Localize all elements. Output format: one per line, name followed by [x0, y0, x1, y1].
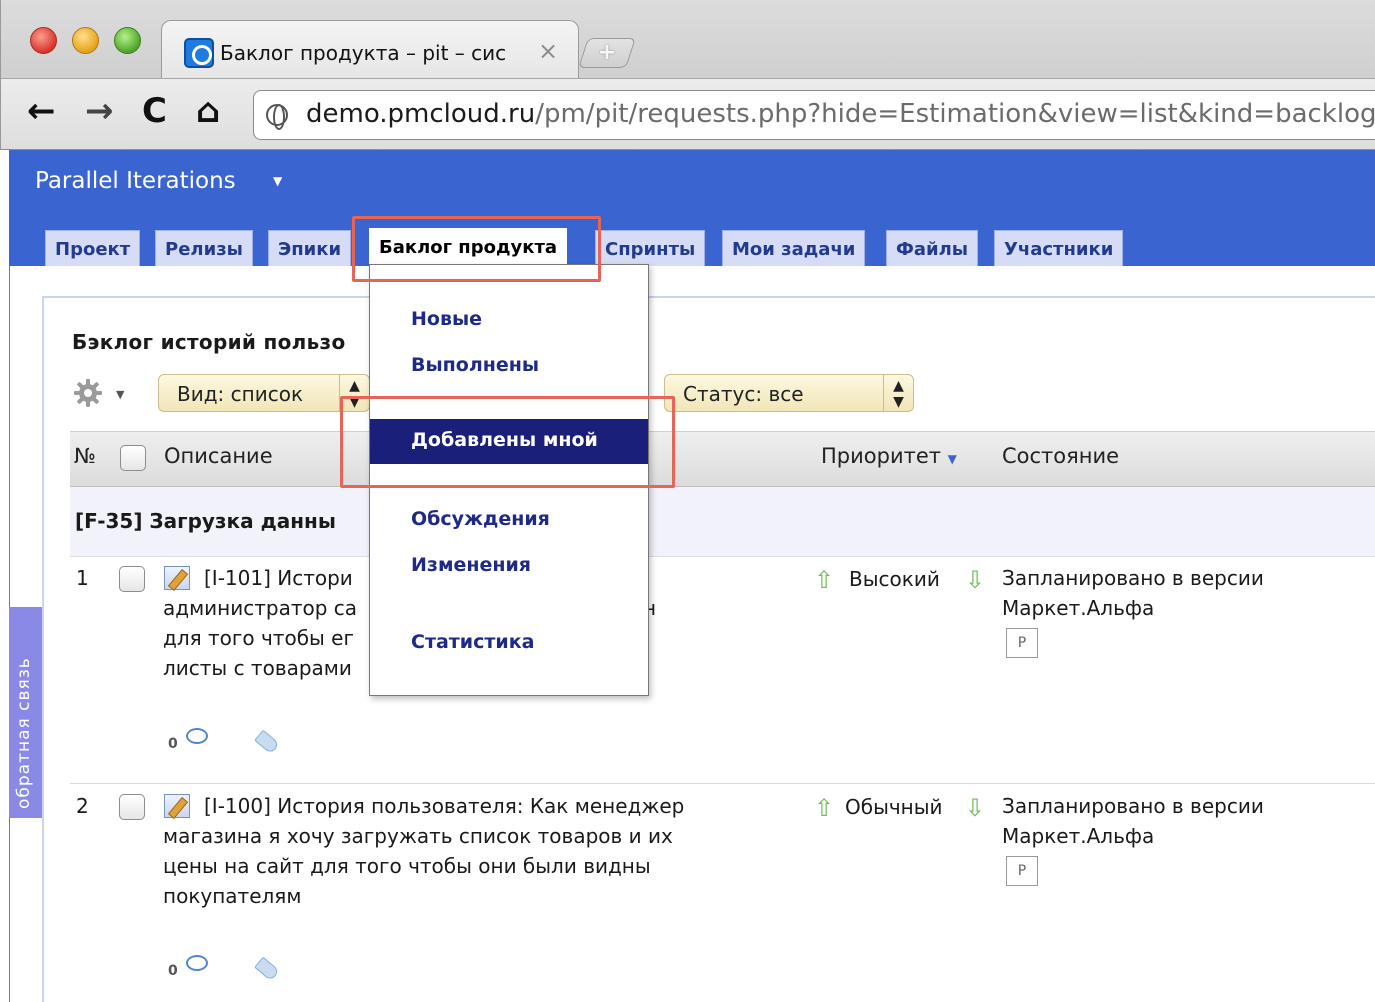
chevron-down-icon[interactable]: ▼: [273, 174, 282, 188]
view-select-value: Вид: список: [177, 382, 304, 406]
priority-up-arrow-icon[interactable]: ⇧: [814, 794, 834, 822]
row-title-link[interactable]: [I-100] История пользователя: Как менедж…: [204, 791, 684, 821]
edit-icon[interactable]: [164, 794, 190, 818]
feature-group-label[interactable]: [F-35] Загрузка данны: [75, 509, 336, 533]
sort-caret-icon: ▼: [947, 452, 957, 466]
state-value: Запланировано в версии Маркет.Альфа: [1002, 794, 1264, 848]
site-favicon-icon: [184, 38, 214, 68]
priority-value: Обычный: [845, 795, 943, 819]
select-arrows-icon: ▲ ▼: [339, 375, 369, 411]
url-text[interactable]: demo.pmcloud.ru/pm/pit/requests.php?hide…: [306, 99, 1375, 129]
tab-epics[interactable]: Эпики: [268, 230, 352, 266]
tab-files[interactable]: Файлы: [886, 230, 979, 266]
browser-tab[interactable]: Баклог продукта – pit – сис ×: [161, 20, 579, 78]
close-tab-icon[interactable]: ×: [538, 37, 558, 65]
tab-project[interactable]: Проект: [45, 230, 141, 266]
app-header: Parallel Iterations ▼ Проект Релизы Эпик…: [9, 150, 1375, 266]
menu-item-new[interactable]: Новые: [411, 308, 482, 330]
comment-count: 0: [168, 736, 178, 752]
zoom-window-button[interactable]: [114, 27, 141, 54]
menu-item-discussions[interactable]: Обсуждения: [411, 508, 550, 530]
gear-icon[interactable]: [72, 377, 104, 409]
column-state[interactable]: Состояние: [1002, 444, 1119, 468]
row-number: 2: [76, 794, 89, 818]
project-name[interactable]: Parallel Iterations: [35, 168, 236, 194]
row-checkbox[interactable]: [119, 794, 145, 820]
priority-up-arrow-icon[interactable]: ⇧: [814, 566, 834, 594]
column-number: №: [74, 444, 96, 468]
plus-icon: +: [597, 40, 617, 65]
browser-toolbar: ← → C ⌂ demo.pmcloud.ru/pm/pit/requests.…: [1, 78, 1375, 150]
column-priority[interactable]: Приоритет ▼: [821, 444, 957, 468]
row-description: магазина я хочу загружать список товаров…: [163, 824, 673, 908]
tab-sprints[interactable]: Спринты: [595, 230, 706, 266]
menu-item-statistics[interactable]: Статистика: [411, 631, 534, 653]
forward-arrow-icon[interactable]: →: [85, 91, 114, 131]
priority-down-arrow-icon[interactable]: ⇩: [965, 794, 985, 822]
row-checkbox[interactable]: [119, 566, 145, 592]
row-divider: [70, 783, 1375, 784]
row-number: 1: [76, 566, 89, 590]
row-title-link[interactable]: [I-101] Истори: [204, 563, 353, 593]
globe-icon: [266, 104, 288, 130]
comment-bubble-icon[interactable]: [186, 728, 208, 744]
tab-title: Баклог продукта – pit – сис: [220, 41, 507, 65]
menu-item-changes[interactable]: Изменения: [411, 554, 531, 576]
new-tab-button[interactable]: +: [578, 38, 636, 68]
close-window-button[interactable]: [30, 27, 57, 54]
tab-my-tasks[interactable]: Мои задачи: [722, 230, 866, 266]
gear-chevron-down-icon[interactable]: ▼: [116, 388, 124, 401]
home-icon[interactable]: ⌂: [196, 91, 220, 131]
feedback-tab[interactable]: обратная связь: [9, 607, 42, 818]
menu-item-done[interactable]: Выполнены: [411, 354, 539, 376]
address-bar[interactable]: demo.pmcloud.ru/pm/pit/requests.php?hide…: [253, 90, 1375, 140]
status-select-value: Статус: все: [683, 382, 804, 406]
select-all-checkbox[interactable]: [120, 445, 146, 471]
feedback-label: обратная связь: [14, 657, 34, 809]
comment-bubble-icon[interactable]: [186, 955, 208, 971]
minimize-window-button[interactable]: [72, 27, 99, 54]
process-badge[interactable]: P: [1006, 628, 1038, 658]
column-description[interactable]: Описание: [164, 444, 273, 468]
edit-icon[interactable]: [164, 566, 190, 590]
table-header: № Описание Приоритет ▼ Состояние: [70, 431, 1375, 487]
tab-participants[interactable]: Участники: [994, 230, 1124, 266]
menu-item-added-by-me[interactable]: Добавлены мной: [370, 419, 648, 464]
select-arrows-icon: ▲ ▼: [883, 375, 913, 411]
state-value: Запланировано в версии Маркет.Альфа: [1002, 566, 1264, 620]
backlog-dropdown-menu: Новые Выполнены Добавлены мной Обсуждени…: [369, 264, 649, 696]
status-select[interactable]: Статус: все ▲ ▼: [664, 374, 914, 412]
process-badge[interactable]: P: [1006, 856, 1038, 886]
tab-releases[interactable]: Релизы: [155, 230, 253, 266]
back-arrow-icon[interactable]: ←: [27, 91, 56, 131]
comment-count: 0: [168, 963, 178, 979]
feature-group-row: [F-35] Загрузка данны: [70, 487, 1375, 557]
priority-value: Высокий: [849, 567, 940, 591]
page-title: Бэклог историй пользо: [72, 330, 346, 354]
priority-down-arrow-icon[interactable]: ⇩: [965, 566, 985, 594]
view-select[interactable]: Вид: список ▲ ▼: [158, 374, 370, 412]
reload-icon[interactable]: C: [142, 91, 167, 131]
tab-product-backlog[interactable]: Баклог продукта: [369, 228, 568, 266]
browser-chrome: Баклог продукта – pit – сис × + ← → C ⌂ …: [0, 0, 1375, 150]
